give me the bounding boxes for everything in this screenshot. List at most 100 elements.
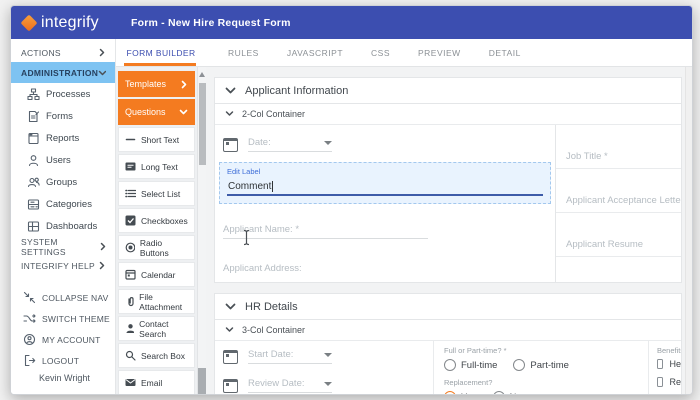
- sidebar-label: ADMINISTRATION: [21, 68, 98, 78]
- palette-item-label: Email: [141, 378, 162, 388]
- dashboard-icon: [27, 220, 40, 233]
- radio-no[interactable]: No: [493, 391, 522, 394]
- sidebar-item-reports[interactable]: Reports: [11, 127, 115, 149]
- switch-theme-button[interactable]: SWITCH THEME: [11, 308, 115, 329]
- palette-item-checkboxes[interactable]: Checkboxes: [118, 208, 195, 233]
- sidebar-item-groups[interactable]: Groups: [11, 171, 115, 193]
- section-header[interactable]: Applicant Information: [215, 78, 681, 104]
- option-label: Full-time: [461, 360, 497, 371]
- palette-item-file-attachment[interactable]: File Attachment: [118, 289, 195, 314]
- palette-item-label: Checkboxes: [141, 216, 188, 226]
- palette-item-label: Select List: [141, 189, 180, 199]
- review-date-field[interactable]: Review Date:: [223, 378, 423, 393]
- container-header[interactable]: 2-Col Container: [215, 104, 681, 125]
- palette-item-radio-buttons[interactable]: Radio Buttons: [118, 235, 195, 260]
- checkbox-benefit-1[interactable]: He: [657, 359, 681, 369]
- scroll-up-arrow[interactable]: [199, 72, 205, 77]
- categories-icon: [27, 198, 40, 211]
- sidebar-item-forms[interactable]: Forms: [11, 105, 115, 127]
- report-icon: [27, 132, 40, 145]
- sidebar-item-dashboards[interactable]: Dashboards: [11, 215, 115, 237]
- input-value: Comment: [228, 181, 271, 192]
- sidebar-item-categories[interactable]: Categories: [11, 193, 115, 215]
- container-header[interactable]: 3-Col Container: [215, 320, 681, 341]
- applicant-name-field[interactable]: Applicant Name: *: [223, 224, 545, 239]
- palette-group-templates[interactable]: Templates: [118, 71, 195, 97]
- form-canvas: Applicant Information 2-Col Container Da…: [206, 67, 692, 394]
- scroll-down-arrow[interactable]: [198, 368, 206, 394]
- date-select[interactable]: Date:: [248, 137, 332, 152]
- util-label: LOGOUT: [42, 356, 79, 366]
- tab-form-builder[interactable]: FORM BUILDER: [116, 39, 206, 67]
- sidebar-item-administration[interactable]: ADMINISTRATION: [11, 62, 115, 83]
- palette-item-short-text[interactable]: Short Text: [118, 127, 195, 152]
- option-label: Yes: [461, 392, 477, 395]
- section-title: Applicant Information: [245, 85, 348, 97]
- calendar-icon: [223, 350, 238, 364]
- applicant-address-field[interactable]: Applicant Address:: [223, 263, 545, 274]
- date-select[interactable]: Start Date:: [248, 349, 332, 364]
- applicant-resume-field[interactable]: Applicant Resume: [556, 213, 681, 257]
- palette-item-contact-search[interactable]: Contact Search: [118, 316, 195, 341]
- radio-icon: [513, 359, 525, 371]
- sidebar-item-integrify-help[interactable]: INTEGRIFY HELP: [11, 256, 115, 275]
- chevron-right-icon: [99, 242, 106, 251]
- palette-item-select-list[interactable]: Select List: [118, 181, 195, 206]
- radio-yes[interactable]: Yes: [444, 391, 477, 394]
- date-select[interactable]: Review Date:: [248, 378, 332, 393]
- scrollbar-thumb[interactable]: [199, 83, 206, 165]
- palette-item-search-box[interactable]: Search Box: [118, 343, 195, 368]
- section-header[interactable]: HR Details: [215, 294, 681, 320]
- radio-full-time[interactable]: Full-time: [444, 359, 497, 371]
- tab-preview[interactable]: PREVIEW: [404, 48, 475, 58]
- sidebar-label: INTEGRIFY HELP: [21, 261, 95, 271]
- section-applicant-information: Applicant Information 2-Col Container Da…: [214, 77, 682, 283]
- app-logo[interactable]: integrify: [11, 14, 121, 32]
- palette-scrollbar[interactable]: [197, 67, 206, 394]
- question-label: Benefits: [657, 346, 681, 355]
- tab-css[interactable]: CSS: [357, 48, 404, 58]
- sidebar-item-actions[interactable]: ACTIONS: [11, 43, 115, 62]
- shuffle-icon: [23, 312, 36, 325]
- date-field[interactable]: Date:: [223, 137, 545, 152]
- palette-item-calendar[interactable]: Calendar: [118, 262, 195, 287]
- label-text-input[interactable]: Comment: [227, 179, 543, 196]
- sidebar-label: ACTIONS: [21, 48, 61, 58]
- start-date-field[interactable]: Start Date:: [223, 349, 423, 364]
- field-label: Date:: [248, 137, 271, 148]
- checkbox-icon: [657, 359, 663, 369]
- chevron-down-icon: [225, 302, 236, 311]
- container-title: 2-Col Container: [242, 109, 305, 119]
- tabbar: RULES JAVASCRIPT CSS PREVIEW DETAIL: [206, 39, 692, 67]
- page-title: Form - New Hire Request Form: [131, 17, 291, 29]
- radio-part-time[interactable]: Part-time: [513, 359, 569, 371]
- chevron-down-icon: [225, 86, 236, 95]
- dropdown-caret-icon: [324, 141, 332, 145]
- tab-detail[interactable]: DETAIL: [475, 48, 535, 58]
- calendar-icon: [125, 269, 136, 280]
- main-scrollbar[interactable]: [685, 67, 692, 394]
- edit-label-title: Edit Label: [227, 167, 543, 176]
- collapse-nav-button[interactable]: COLLAPSE NAV: [11, 287, 115, 308]
- palette-item-label: Short Text: [141, 135, 179, 145]
- checkbox-benefit-2[interactable]: Re: [657, 377, 681, 387]
- palette-item-email[interactable]: Email: [118, 370, 195, 394]
- tab-javascript[interactable]: JAVASCRIPT: [273, 48, 357, 58]
- acceptance-letter-field[interactable]: Applicant Acceptance Letter: [556, 169, 681, 213]
- logout-button[interactable]: LOGOUT: [11, 350, 115, 371]
- palette-item-label: Calendar: [141, 270, 176, 280]
- calendar-icon: [223, 379, 238, 393]
- job-title-field[interactable]: Job Title *: [556, 125, 681, 169]
- container-column-3: Benefits He Re Li: [648, 341, 681, 394]
- section-title: HR Details: [245, 301, 298, 313]
- tab-rules[interactable]: RULES: [214, 48, 273, 58]
- palette-group-questions[interactable]: Questions: [118, 99, 195, 125]
- sidebar-item-processes[interactable]: Processes: [11, 83, 115, 105]
- sidebar-item-system-settings[interactable]: SYSTEM SETTINGS: [11, 237, 115, 256]
- util-label: SWITCH THEME: [42, 314, 110, 324]
- question-label: Replacement?: [444, 378, 638, 387]
- palette-item-long-text[interactable]: Long Text: [118, 154, 195, 179]
- chevron-right-icon: [98, 261, 106, 270]
- my-account-button[interactable]: MY ACCOUNT: [11, 329, 115, 350]
- sidebar-item-users[interactable]: Users: [11, 149, 115, 171]
